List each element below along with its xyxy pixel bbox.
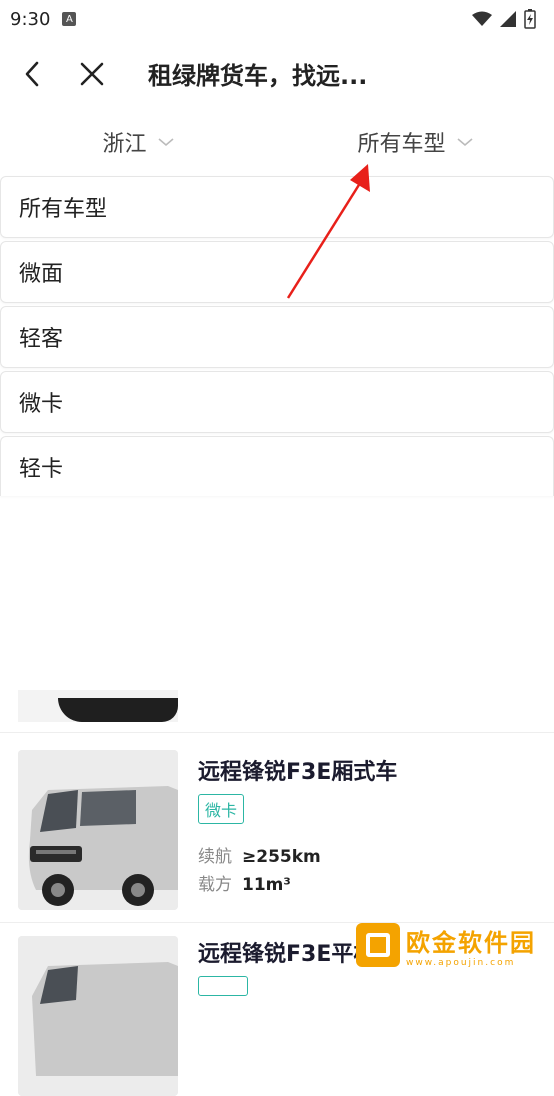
back-button[interactable] [12,54,52,94]
car-category-badge [198,976,248,996]
chevron-down-icon [157,138,174,147]
dropdown-option-all[interactable]: 所有车型 [0,176,554,238]
notification-app-icon: A [62,12,77,26]
car-name: 远程锋锐F3E厢式车 [198,760,398,785]
status-right [472,9,536,29]
close-icon [80,62,104,86]
watermark-logo-icon [356,923,400,967]
watermark: 欧金软件园 www.apoujin.com [356,920,546,970]
page-title: 租绿牌货车，找远... [148,62,368,90]
filter-bar: 浙江 所有车型 [0,112,554,172]
watermark-text: 欧金软件园 www.apoujin.com [406,923,536,968]
dropdown-option-light-bus[interactable]: 轻客 [0,306,554,368]
watermark-title: 欧金软件园 [406,928,536,957]
volume-value: 11m³ [242,875,291,895]
dropdown-option-micro-van[interactable]: 微面 [0,241,554,303]
close-button[interactable] [72,54,112,94]
signal-icon [500,11,516,27]
status-time: 9:30 [10,8,51,30]
chevron-down-icon [456,138,473,147]
region-filter[interactable]: 浙江 [0,112,277,172]
car-image [18,750,178,910]
car-category-badge: 微卡 [198,794,245,824]
range-value: ≥255km [242,847,321,867]
status-left: 9:30 A [10,8,77,30]
status-bar: 9:30 A [0,0,554,38]
range-row: 续航 ≥255km [198,842,321,867]
dropdown-option-micro-truck[interactable]: 微卡 [0,371,554,433]
battery-charging-icon [524,9,536,29]
car-image [18,936,178,1096]
range-label: 续航 [198,847,232,867]
volume-label: 载方 [198,875,232,895]
vehicle-type-dropdown: 所有车型 微面 轻客 微卡 轻卡 [0,176,554,499]
list-item-partial[interactable] [0,690,554,733]
dropdown-option-light-truck[interactable]: 轻卡 [0,436,554,496]
region-filter-label: 浙江 [102,132,147,157]
title-bar: 租绿牌货车，找远... [0,40,554,106]
vehicle-type-filter[interactable]: 所有车型 [277,112,554,172]
chevron-left-icon [25,61,39,87]
vehicle-type-filter-label: 所有车型 [357,132,446,157]
car-image [18,690,178,722]
watermark-url: www.apoujin.com [406,957,516,968]
wifi-icon [472,11,492,26]
list-item[interactable]: 远程锋锐F3E厢式车 微卡 续航 ≥255km 载方 11m³ [0,736,554,923]
volume-row: 载方 11m³ [198,870,291,895]
